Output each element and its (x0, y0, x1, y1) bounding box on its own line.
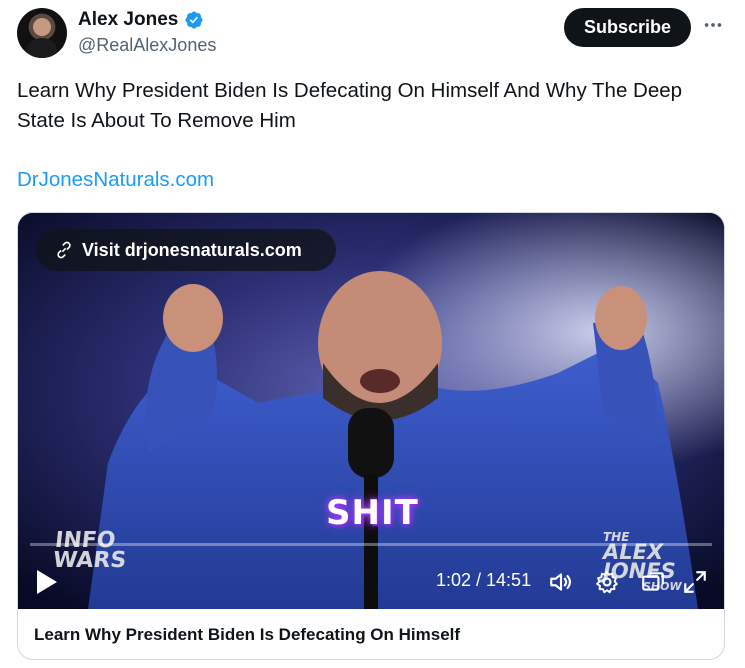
visit-link-label: Visit drjonesnaturals.com (82, 239, 302, 260)
video-caption: SHIT (326, 493, 419, 533)
avatar[interactable] (17, 8, 67, 58)
card-title[interactable]: Learn Why President Biden Is Defecating … (34, 625, 460, 645)
link-icon (57, 241, 71, 259)
verified-badge-icon (185, 11, 203, 29)
settings-icon[interactable] (594, 569, 620, 595)
display-name[interactable]: Alex Jones (78, 8, 178, 32)
fullscreen-icon[interactable] (682, 569, 708, 595)
author-handle[interactable]: @RealAlexJones (78, 35, 216, 56)
tweet-text: Learn Why President Biden Is Defecating … (17, 79, 683, 132)
more-horizontal-icon[interactable] (702, 14, 724, 36)
time-display: 1:02 / 14:51 (436, 570, 532, 590)
author-name-row: Alex Jones (78, 8, 204, 32)
pip-icon[interactable] (640, 569, 666, 595)
subscribe-button[interactable]: Subscribe (564, 8, 691, 47)
tweet-link[interactable]: DrJonesNaturals.com (17, 168, 214, 192)
watermark-left-line2: WARS (51, 548, 128, 573)
progress-bar[interactable] (30, 543, 712, 546)
video-player[interactable]: Visit drjonesnaturals.com SHIT INFO WARS… (18, 213, 724, 609)
volume-icon[interactable] (548, 569, 574, 595)
visit-link-pill[interactable]: Visit drjonesnaturals.com (36, 229, 336, 271)
video-card[interactable]: Visit drjonesnaturals.com SHIT INFO WARS… (17, 212, 725, 660)
infowars-watermark: INFO WARS (51, 528, 129, 573)
play-icon[interactable] (34, 567, 60, 597)
